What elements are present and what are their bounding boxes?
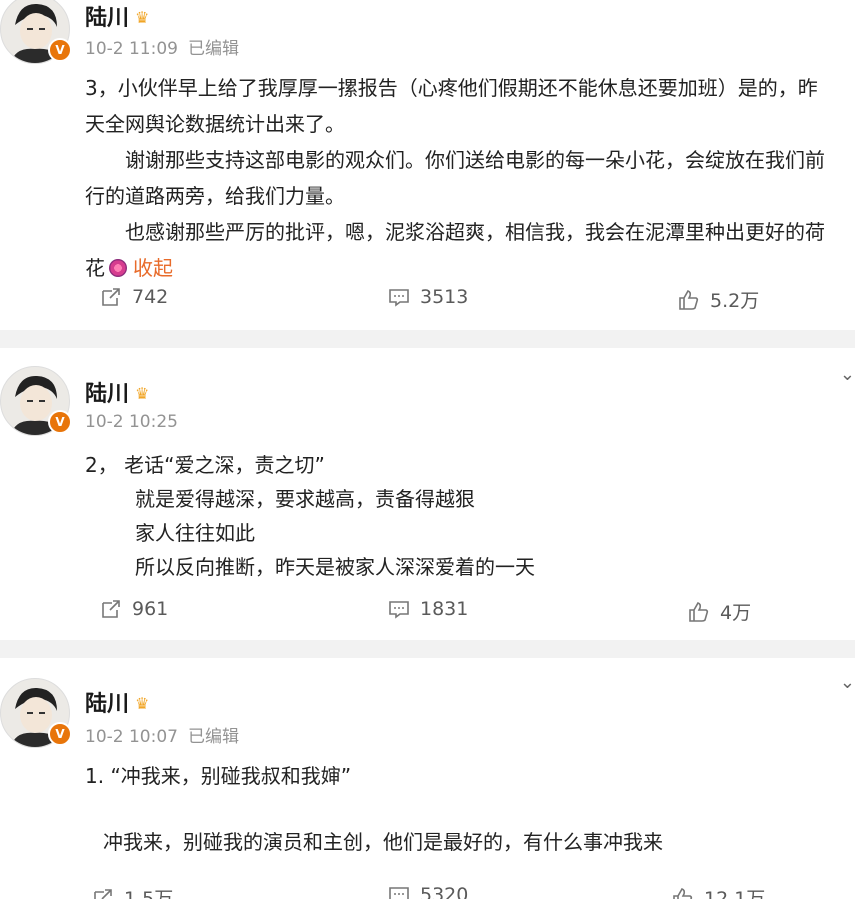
like-count: 12.1万 <box>704 888 766 899</box>
comment-button[interactable]: 1831 <box>388 598 468 620</box>
repost-button[interactable]: 961 <box>100 598 168 620</box>
post-paragraph: 所以反向推断，昨天是被家人深深爱着的一天 <box>135 555 535 579</box>
comment-button[interactable]: 3513 <box>388 286 468 308</box>
avatar[interactable]: V <box>0 0 72 64</box>
comment-count: 5320 <box>420 884 469 899</box>
comment-count: 3513 <box>420 286 469 308</box>
like-button[interactable]: 4万 <box>688 598 751 625</box>
user-name[interactable]: 陆川 ♛ <box>85 0 149 32</box>
comment-icon <box>389 601 409 619</box>
user-name[interactable]: 陆川 ♛ <box>85 686 149 718</box>
user-name[interactable]: 陆川 ♛ <box>85 376 149 408</box>
chevron-down-icon[interactable]: ⌄ <box>840 364 855 385</box>
like-icon <box>679 289 699 310</box>
flower-emoji-icon <box>109 259 127 277</box>
weibo-post: V ⌄ 陆川 ♛ 10-2 10:07 已编辑 1. “冲我来，别碰我叔和我婶” 冲… <box>0 658 855 899</box>
repost-icon <box>102 600 120 618</box>
post-actions: 1.5万 5320 12.1万 <box>0 884 855 899</box>
like-icon <box>689 601 709 622</box>
edited-label: 已编辑 <box>187 727 239 747</box>
avatar[interactable]: V <box>0 678 72 748</box>
post-body: 3，小伙伴早上给了我厚厚一摞报告（心疼他们假期还不能休息还要加班）是的，昨天全网… <box>85 70 837 286</box>
repost-count: 1.5万 <box>124 888 174 899</box>
post-separator <box>0 330 855 348</box>
post-body: 2， 老话“爱之深，责之切” 就是爱得越深，要求越高，责备得越狠 家人往往如此 … <box>85 448 837 584</box>
crown-icon: ♛ <box>135 694 150 713</box>
repost-icon <box>102 288 120 306</box>
verified-v-icon: V <box>48 410 72 434</box>
post-separator <box>0 640 855 658</box>
verified-v-icon: V <box>48 38 72 62</box>
post-paragraph: 就是爱得越深，要求越高，责备得越狠 <box>135 487 475 511</box>
like-button[interactable]: 12.1万 <box>672 884 765 899</box>
post-time[interactable]: 10-2 10:25 <box>85 412 178 432</box>
post-actions: 742 3513 5.2万 <box>0 286 855 316</box>
post-body: 1. “冲我来，别碰我叔和我婶” 冲我来，别碰我的演员和主创，他们是最好的，有什… <box>85 758 837 860</box>
chevron-down-icon[interactable]: ⌄ <box>840 672 855 693</box>
comment-icon <box>389 887 409 899</box>
like-button[interactable]: 5.2万 <box>678 286 759 313</box>
avatar[interactable]: V <box>0 366 72 436</box>
like-count: 5.2万 <box>710 290 760 312</box>
post-actions: 961 1831 4万 <box>0 598 855 628</box>
comment-count: 1831 <box>420 598 469 620</box>
post-meta: 10-2 11:09 已编辑 <box>85 34 239 59</box>
repost-icon <box>94 888 112 899</box>
post-paragraph: 冲我来，别碰我的演员和主创，他们是最好的，有什么事冲我来 <box>103 830 663 854</box>
post-paragraph: 家人往往如此 <box>135 521 255 545</box>
post-paragraph: 谢谢那些支持这部电影的观众们。你们送给电影的每一朵小花，会绽放在我们前行的道路两… <box>85 148 825 208</box>
comment-button[interactable]: 5320 <box>388 884 468 899</box>
post-paragraph: 也感谢那些严厉的批评，嗯，泥浆浴超爽，相信我，我会在泥潭里种出更好的荷花 收起 <box>85 220 825 280</box>
post-meta: 10-2 10:07 已编辑 <box>85 722 239 747</box>
weibo-post: V 陆川 ♛ 10-2 11:09 已编辑 3，小伙伴早上给了我厚厚一摞报告（心疼他… <box>0 0 855 330</box>
comment-icon <box>389 289 409 307</box>
like-icon <box>673 887 693 899</box>
post-paragraph: 2， 老话“爱之深，责之切” <box>85 453 325 477</box>
crown-icon: ♛ <box>135 8 150 27</box>
repost-count: 961 <box>132 598 169 620</box>
like-count: 4万 <box>720 602 752 624</box>
repost-button[interactable]: 742 <box>100 286 168 308</box>
edited-label: 已编辑 <box>187 39 239 59</box>
post-meta: 10-2 10:25 <box>85 412 178 432</box>
post-time[interactable]: 10-2 11:09 <box>85 39 178 59</box>
repost-button[interactable]: 1.5万 <box>92 884 173 899</box>
post-paragraph: 1. “冲我来，别碰我叔和我婶” <box>85 764 352 788</box>
post-time[interactable]: 10-2 10:07 <box>85 727 178 747</box>
repost-count: 742 <box>132 286 169 308</box>
collapse-link[interactable]: 收起 <box>133 256 173 280</box>
crown-icon: ♛ <box>135 384 150 403</box>
verified-v-icon: V <box>48 722 72 746</box>
weibo-post: V ⌄ 陆川 ♛ 10-2 10:25 2， 老话“爱之深，责之切” 就是爱得越深… <box>0 348 855 640</box>
post-paragraph: 3，小伙伴早上给了我厚厚一摞报告（心疼他们假期还不能休息还要加班）是的，昨天全网… <box>85 76 818 136</box>
